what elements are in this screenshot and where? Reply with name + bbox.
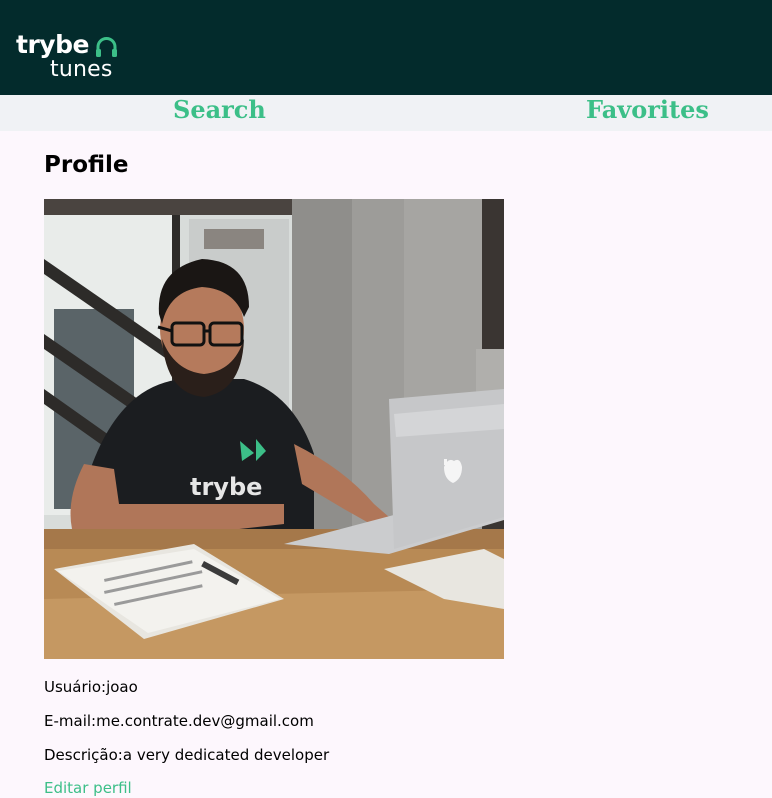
logo-tunes-text: tunes [50,57,113,82]
user-value: joao [106,678,138,696]
nav-search-link[interactable]: Search [173,95,266,125]
profile-photo-illustration: trybe [44,199,504,659]
main-nav: Search Favorites [0,95,772,131]
trybe-tunes-logo[interactable]: trybe tunes [16,30,126,85]
description-value: a very dedicated developer [122,746,330,764]
profile-photo: trybe [44,199,504,659]
nav-favorites-link[interactable]: Favorites [586,95,709,125]
email-info: E-mail:me.contrate.dev@gmail.com [44,711,314,731]
logo-trybe-text: trybe [16,30,89,59]
app-header: trybe tunes [0,0,772,95]
description-label: Descrição: [44,746,123,764]
description-info: Descrição:a very dedicated developer [44,745,329,765]
page-title: Profile [44,152,129,178]
edit-profile-link[interactable]: Editar perfil [44,778,132,798]
headphones-icon [96,37,117,57]
email-value: me.contrate.dev@gmail.com [96,712,314,730]
shirt-logo-text: trybe [190,473,262,501]
user-label: Usuário: [44,678,107,696]
email-label: E-mail: [44,712,97,730]
user-info: Usuário:joao [44,677,138,697]
